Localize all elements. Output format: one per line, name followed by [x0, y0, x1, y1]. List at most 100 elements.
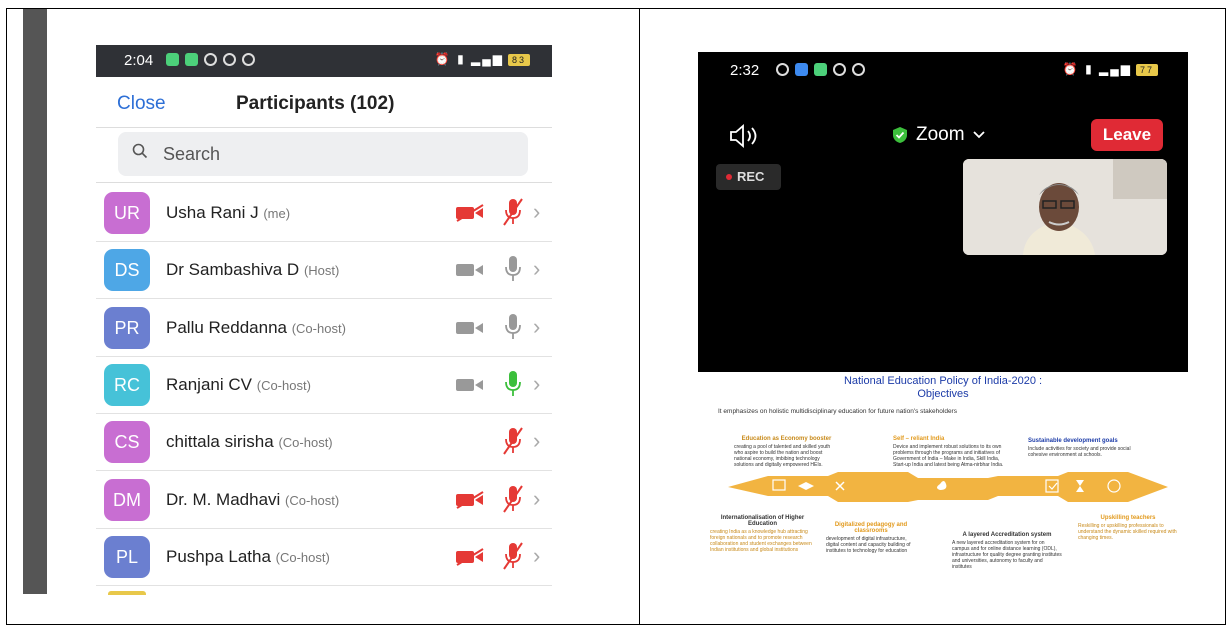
microphone-icon[interactable] — [502, 254, 524, 289]
participant-name: Usha Rani J (me) — [166, 203, 290, 223]
arrow-band — [728, 472, 1168, 502]
leave-button[interactable]: Leave — [1091, 119, 1163, 151]
slide-box-head: Digitalized pedagogy and classrooms — [834, 522, 908, 534]
status-bar: 2:04 ⏰ ▮ ▂▄▆ 83 — [96, 45, 552, 77]
recording-badge: REC — [716, 164, 781, 190]
microphone-icon[interactable] — [502, 426, 524, 461]
chrome-icon — [223, 53, 236, 66]
slide-box-body: Include activities for society and provi… — [1028, 446, 1131, 458]
slide-box: A layered Accreditation system A new lay… — [952, 532, 1062, 570]
slide-box: Self – reliant India Device and implemen… — [893, 436, 1008, 468]
app-icon — [185, 53, 198, 66]
participants-header: Close Participants (102) — [96, 77, 552, 128]
slide-box-body: Reskilling or upskilling professionals t… — [1078, 523, 1177, 541]
slide-title: National Education Policy of India-2020 … — [698, 375, 1188, 401]
participant-row[interactable]: CS chittala sirisha (Co-host) › — [96, 413, 552, 472]
slide-box-head: Upskilling teachers — [1100, 515, 1156, 521]
meeting-screen: 2:32 ⏰ ▮ ▂▄▆ 77 Zoom Leave REC — [698, 52, 1188, 372]
participant-name: chittala sirisha (Co-host) — [166, 432, 333, 452]
notification-icons — [776, 63, 865, 76]
participant-role: (Co-host) — [275, 549, 330, 565]
slide-box-body: Device and implement robust solutions to… — [893, 444, 1004, 468]
participant-name: Dr. M. Madhavi (Co-host) — [166, 490, 339, 510]
slide-box: Digitalized pedagogy and classrooms deve… — [826, 522, 916, 554]
participant-name-text: chittala sirisha — [166, 432, 274, 452]
chevron-right-icon[interactable]: › — [533, 371, 540, 397]
slide-box: Upskilling teachers Reskilling or upskil… — [1078, 515, 1178, 541]
slide-box-head: A layered Accreditation system — [962, 532, 1052, 538]
participant-role: (Host) — [303, 263, 340, 279]
participant-name: Pushpa Latha (Co-host) — [166, 547, 330, 567]
chat-icon — [166, 53, 179, 66]
record-dot-icon — [726, 174, 732, 180]
participant-row[interactable]: RC Ranjani CV (Co-host) › — [96, 356, 552, 414]
page-title: Participants (102) — [236, 93, 395, 114]
vpn-icon — [204, 53, 217, 66]
close-button[interactable]: Close — [117, 93, 166, 115]
microphone-icon[interactable] — [502, 369, 524, 404]
participant-row[interactable]: DM Dr. M. Madhavi (Co-host) › — [96, 471, 552, 529]
participant-role: (Co-host) — [285, 492, 340, 508]
shared-slide: National Education Policy of India-2020 … — [698, 372, 1188, 592]
slide-box-body: development of digital infrastructure, d… — [826, 536, 911, 554]
microphone-icon[interactable] — [502, 484, 524, 519]
chevron-right-icon[interactable]: › — [533, 543, 540, 569]
system-icons: ⏰ ▮ ▂▄▆ 83 — [435, 52, 530, 66]
participant-row[interactable]: PL Pushpa Latha (Co-host) › — [96, 528, 552, 586]
chevron-right-icon[interactable]: › — [533, 486, 540, 512]
video-camera-icon[interactable] — [455, 261, 485, 284]
system-icons: ⏰ ▮ ▂▄▆ 77 — [1063, 62, 1158, 76]
microphone-icon[interactable] — [502, 197, 524, 232]
participant-row[interactable]: UR Usha Rani J (me) › — [96, 184, 552, 242]
chevron-right-icon[interactable]: › — [533, 314, 540, 340]
video-camera-icon[interactable] — [455, 319, 485, 342]
avatar: CS — [104, 421, 150, 464]
slide-subtitle: It emphasizes on holistic multidisciplin… — [718, 408, 957, 415]
participant-row[interactable]: DS Dr Sambashiva D (Host) › — [96, 241, 552, 300]
participant-video[interactable] — [963, 159, 1167, 255]
participant-role: (Co-host) — [278, 435, 333, 451]
avatar — [108, 591, 146, 595]
participant-role: (me) — [263, 206, 291, 221]
notification-icons — [166, 53, 255, 66]
divider — [96, 182, 552, 183]
chevron-right-icon[interactable]: › — [533, 199, 540, 225]
avatar: RC — [104, 363, 150, 406]
search-icon — [132, 143, 148, 164]
search-placeholder: Search — [163, 144, 221, 164]
video-camera-icon[interactable] — [455, 204, 485, 227]
slide-box: Sustainable development goals Include ac… — [1028, 438, 1138, 458]
slide-box-head: Internationalisation of Higher Education — [720, 515, 805, 527]
slide-box-body: creating India as a knowledge hub attrac… — [710, 529, 812, 553]
slide-box-head: Sustainable development goals — [1028, 438, 1118, 444]
chevron-down-icon — [972, 131, 985, 139]
search-input[interactable]: Search — [118, 132, 528, 176]
participant-row[interactable]: PR Pallu Reddanna (Co-host) › — [96, 299, 552, 357]
whatsapp-icon — [776, 63, 789, 76]
slide-box-head: Self – reliant India — [893, 436, 945, 442]
video-camera-icon[interactable] — [455, 490, 485, 514]
battery-icon: 77 — [1135, 64, 1158, 76]
participant-name-text: Ranjani CV — [166, 374, 252, 394]
participant-name-text: Pushpa Latha — [166, 546, 271, 566]
left-gray-bar — [23, 9, 47, 594]
chevron-right-icon[interactable]: › — [533, 256, 540, 282]
status-time: 2:32 — [730, 62, 760, 79]
participant-role: (Co-host) — [256, 377, 311, 393]
meeting-title-dropdown[interactable]: Zoom — [892, 124, 985, 146]
participant-name-text: Usha Rani J — [166, 203, 259, 222]
slide-box-head: Education as Economy booster — [741, 436, 832, 442]
shield-icon — [893, 127, 907, 143]
avatar: DS — [104, 249, 150, 292]
video-camera-icon[interactable] — [455, 547, 485, 571]
microphone-icon[interactable] — [502, 541, 524, 576]
chevron-right-icon[interactable]: › — [533, 428, 540, 454]
participant-name: Dr Sambashiva D (Host) — [166, 260, 339, 280]
status-bar: 2:32 ⏰ ▮ ▂▄▆ 77 — [698, 52, 1188, 88]
avatar: PR — [104, 306, 150, 349]
status-time: 2:04 — [124, 52, 154, 69]
speaker-icon[interactable] — [728, 124, 762, 153]
avatar: PL — [104, 535, 150, 578]
video-camera-icon[interactable] — [455, 376, 485, 399]
microphone-icon[interactable] — [502, 312, 524, 347]
